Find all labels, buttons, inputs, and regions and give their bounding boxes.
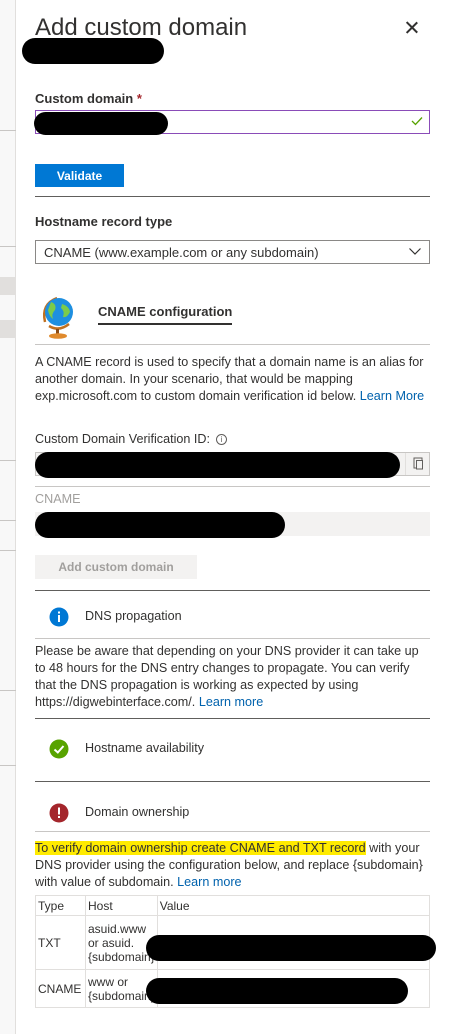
add-custom-domain-panel: Add custom domain Custom domain * Valida… <box>16 0 450 1034</box>
bg-divider <box>0 130 16 131</box>
domain-ownership-text: To verify domain ownership create CNAME … <box>35 840 430 891</box>
bg-divider <box>0 460 16 461</box>
hostname-record-type-dropdown[interactable]: CNAME (www.example.com or any subdomain) <box>35 240 430 264</box>
column-header-value: Value <box>156 895 431 916</box>
bg-divider <box>0 246 16 247</box>
bg-divider <box>0 690 16 691</box>
verification-id-label-text: Custom Domain Verification ID: <box>35 432 210 446</box>
divider <box>35 344 430 345</box>
redaction-mark <box>146 935 436 961</box>
globe-icon <box>43 296 73 339</box>
custom-domain-label-text: Custom domain <box>35 91 134 106</box>
cname-learn-more-link[interactable]: Learn More <box>360 389 424 403</box>
add-custom-domain-button[interactable]: Add custom domain <box>35 555 197 579</box>
checkmark-icon <box>411 117 423 126</box>
hostname-record-type-label: Hostname record type <box>35 214 173 229</box>
redaction-mark <box>146 978 408 1004</box>
dns-propagation-text: Please be aware that depending on your D… <box>35 643 430 711</box>
chevron-down-icon <box>409 248 421 255</box>
divider <box>35 638 430 639</box>
cname-configuration-heading: CNAME configuration <box>98 304 233 325</box>
success-check-icon <box>49 739 69 759</box>
divider <box>35 196 430 197</box>
column-header-type: Type <box>35 895 86 916</box>
redaction-mark <box>34 112 168 135</box>
bg-row <box>0 320 16 338</box>
bg-divider <box>0 520 16 521</box>
required-asterisk: * <box>136 91 142 106</box>
record-type-cell: CNAME <box>35 969 86 1008</box>
domain-ownership-title: Domain ownership <box>85 805 190 819</box>
copy-icon <box>413 457 423 470</box>
table-header-row: Type Host Value <box>35 895 431 916</box>
dns-propagation-row: DNS propagation <box>35 605 430 629</box>
verification-id-label: Custom Domain Verification ID: i <box>35 432 227 446</box>
highlighted-instruction: To verify domain ownership create CNAME … <box>35 841 366 855</box>
divider <box>35 831 430 832</box>
bg-row <box>0 277 16 295</box>
column-header-host: Host <box>85 895 158 916</box>
divider <box>35 781 430 782</box>
divider <box>35 590 430 591</box>
redaction-mark <box>35 512 285 538</box>
cname-label: CNAME <box>35 492 81 506</box>
domain-ownership-row: Domain ownership <box>35 801 430 825</box>
divider <box>35 718 430 719</box>
hostname-availability-row: Hostname availability <box>35 737 430 761</box>
dns-learn-more-link[interactable]: Learn more <box>199 695 263 709</box>
error-icon <box>49 803 69 823</box>
divider <box>35 486 430 487</box>
ownership-learn-more-link[interactable]: Learn more <box>177 875 241 889</box>
info-circle-icon <box>49 607 69 627</box>
cname-description: A CNAME record is used to specify that a… <box>35 354 430 405</box>
bg-divider <box>0 550 16 551</box>
dropdown-selected-value: CNAME (www.example.com or any subdomain) <box>44 245 319 260</box>
redaction-mark <box>35 452 400 478</box>
dns-propagation-title: DNS propagation <box>85 609 182 623</box>
redaction-mark <box>22 38 164 64</box>
bg-divider <box>0 765 16 766</box>
background-page-strip <box>0 0 16 1034</box>
info-icon[interactable]: i <box>215 434 227 446</box>
record-type-cell: TXT <box>35 915 86 970</box>
close-button[interactable] <box>402 18 422 38</box>
custom-domain-label: Custom domain * <box>35 91 142 106</box>
hostname-availability-title: Hostname availability <box>85 741 204 755</box>
validate-button[interactable]: Validate <box>35 164 124 187</box>
copy-button[interactable] <box>405 453 429 475</box>
